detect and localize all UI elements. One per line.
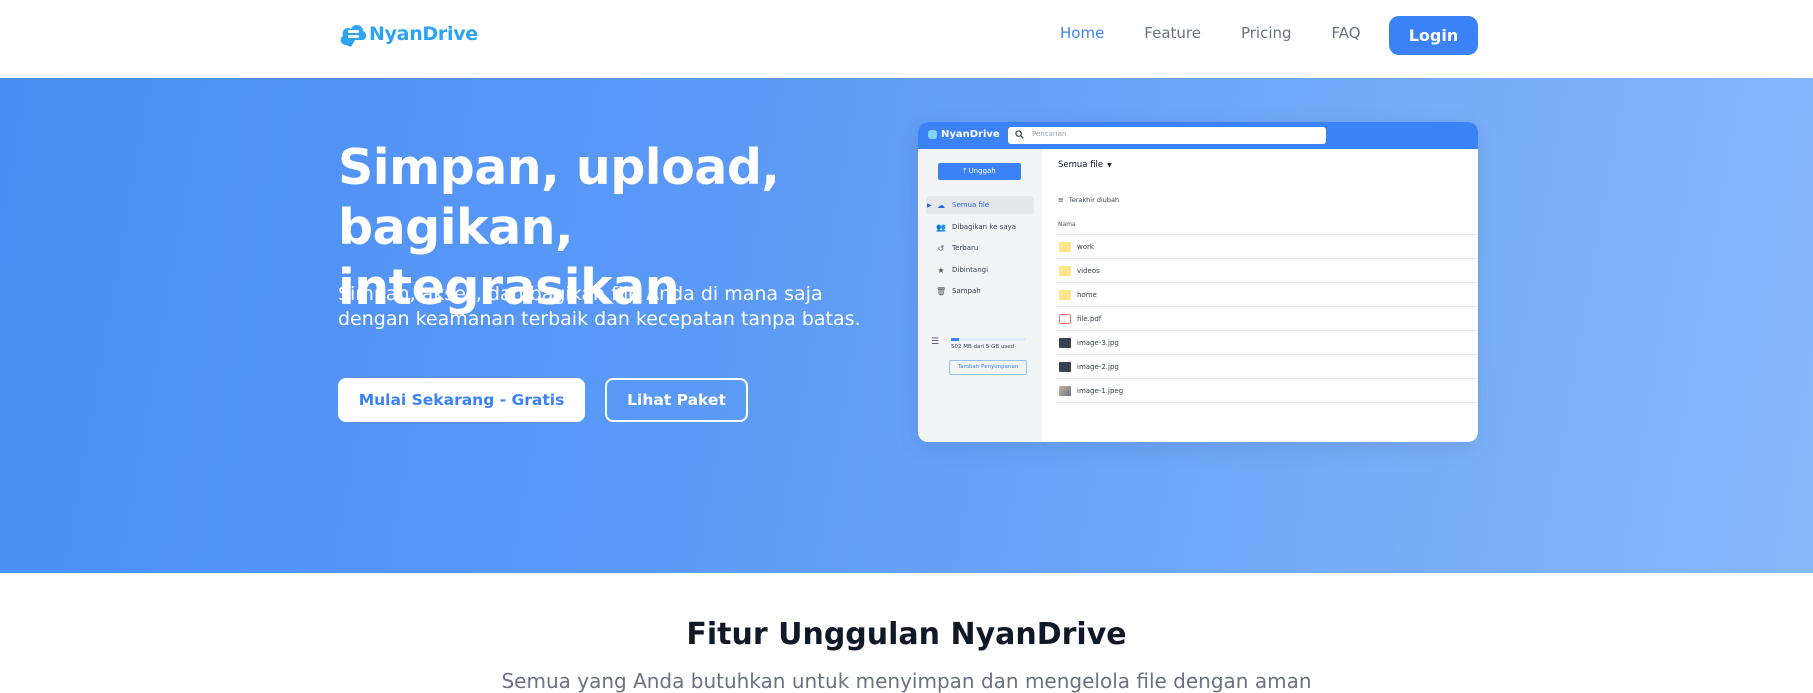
- upload-button: ⤒ Unggah: [938, 163, 1021, 180]
- top-navbar: NyanDrive Home Feature Pricing FAQ Login: [0, 0, 1813, 78]
- file-row: work: [1056, 235, 1478, 259]
- nav-links: Home Feature Pricing FAQ: [1060, 24, 1401, 42]
- users-icon: 👥: [936, 222, 946, 232]
- start-free-button[interactable]: Mulai Sekarang - Gratis: [338, 378, 585, 422]
- sidebar-item-all-files: ▶ ☁ Semua file: [926, 196, 1034, 214]
- app-preview-name: NyanDrive: [941, 129, 1000, 140]
- photo-thumbnail-icon: [1059, 385, 1071, 396]
- file-row: image-3.jpg: [1056, 331, 1478, 355]
- folder-icon: [1059, 241, 1071, 252]
- breadcrumb-label: Semua file: [1058, 160, 1104, 170]
- file-row: file.pdf: [1056, 307, 1478, 331]
- sidebar-item-trash: 🗑 Sampah: [926, 282, 1034, 300]
- sort-control: ≡ Terakhir diubah: [1058, 196, 1119, 204]
- nav-link-home[interactable]: Home: [1060, 24, 1104, 42]
- nav-link-faq[interactable]: FAQ: [1332, 24, 1361, 42]
- sidebar-item-label: Dibagikan ke saya: [952, 223, 1017, 231]
- features-subtitle: Semua yang Anda butuhkan untuk menyimpan…: [501, 669, 1312, 693]
- image-file-icon: [1059, 361, 1071, 372]
- breadcrumb: Semua file ▼: [1058, 160, 1112, 170]
- features-title: Fitur Unggulan NyanDrive: [686, 617, 1127, 652]
- nav-link-feature[interactable]: Feature: [1144, 24, 1201, 42]
- star-icon: ★: [937, 265, 945, 275]
- app-preview-sidebar: ⤒ Unggah ▶ ☁ Semua file 👥 Dibagikan ke s…: [918, 149, 1042, 442]
- file-name: image-2.jpg: [1077, 362, 1119, 371]
- file-name: home: [1077, 290, 1097, 299]
- history-icon: ↺: [937, 243, 945, 253]
- sidebar-item-shared: 👥 Dibagikan ke saya: [926, 218, 1034, 236]
- folder-icon: [1059, 265, 1071, 276]
- image-file-icon: [1059, 337, 1071, 348]
- file-name: image-1.jpeg: [1077, 386, 1124, 395]
- file-row: image-1.jpeg: [1056, 379, 1478, 403]
- hero-section: Simpan, upload, bagikan, integrasikan Si…: [0, 78, 1813, 573]
- sort-label: Terakhir diubah: [1068, 196, 1120, 204]
- app-preview-search: Pencarian: [1008, 127, 1326, 144]
- app-preview-main: Semua file ▼ ≡ Terakhir diubah Nama work…: [1042, 149, 1478, 442]
- sidebar-item-label: Terbaru: [952, 244, 979, 252]
- upload-label: Unggah: [968, 167, 996, 175]
- file-name: work: [1077, 242, 1094, 251]
- app-logo-icon: [928, 130, 937, 139]
- list-icon: ☰: [931, 337, 940, 347]
- app-preview-topbar: NyanDrive Pencarian: [918, 122, 1478, 149]
- file-row: image-2.jpg: [1056, 355, 1478, 379]
- search-icon: [1015, 130, 1024, 139]
- nav-link-pricing[interactable]: Pricing: [1241, 24, 1292, 42]
- file-name: image-3.jpg: [1077, 338, 1119, 347]
- cloud-logo-icon: [340, 25, 366, 47]
- hero-title-line-1: Simpan, upload,: [338, 139, 780, 196]
- sidebar-item-label: Dibintangi: [952, 266, 989, 274]
- file-name: videos: [1077, 266, 1100, 275]
- chevron-down-icon: ▼: [1105, 162, 1112, 169]
- trash-icon: 🗑: [936, 286, 947, 296]
- search-placeholder: Pencarian: [1032, 130, 1067, 138]
- brand-name: NyanDrive: [369, 23, 478, 45]
- app-preview: NyanDrive Pencarian ⤒ Unggah ▶ ☁ Semua f…: [918, 122, 1478, 442]
- add-storage-button: Tambah Penyimpanan: [949, 360, 1027, 375]
- sort-icon: ≡: [1058, 196, 1064, 204]
- file-row: home: [1056, 283, 1478, 307]
- login-button[interactable]: Login: [1389, 16, 1478, 55]
- hero-subtitle: Simpan, akses, dan bagikan file Anda di …: [338, 283, 861, 330]
- column-header-name: Nama: [1058, 221, 1076, 228]
- storage-text: 502 MB dari 5 GB used: [951, 344, 1015, 350]
- cloud-icon: ☁: [937, 200, 945, 210]
- sidebar-item-recent: ↺ Terbaru: [926, 239, 1034, 257]
- folder-icon: [1059, 289, 1071, 300]
- file-row: videos: [1056, 259, 1478, 283]
- brand-logo[interactable]: NyanDrive: [338, 19, 478, 49]
- sidebar-item-label: Sampah: [952, 287, 981, 295]
- storage-progress-fill: [951, 338, 959, 341]
- sidebar-item-label: Semua file: [952, 201, 990, 209]
- storage-progress-bar: [951, 338, 1026, 341]
- file-name: file.pdf: [1077, 314, 1102, 323]
- app-preview-logo: NyanDrive: [928, 129, 1000, 140]
- sidebar-item-starred: ★ Dibintangi: [926, 261, 1034, 279]
- view-plans-button[interactable]: Lihat Paket: [605, 378, 748, 422]
- pdf-file-icon: [1059, 313, 1071, 324]
- caret-right-icon: ▶: [927, 201, 932, 209]
